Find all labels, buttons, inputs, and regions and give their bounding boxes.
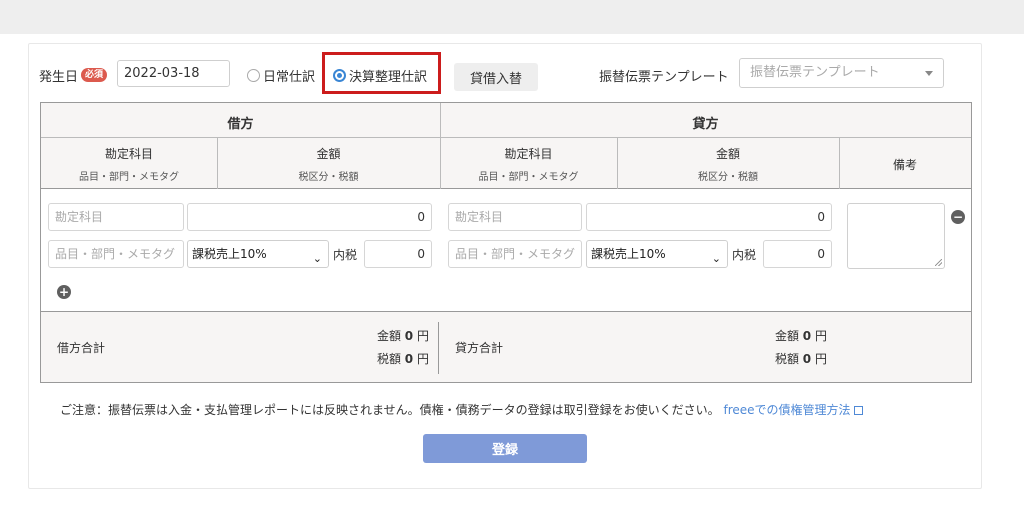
swap-debit-credit-button[interactable]: 貸借入替 xyxy=(454,63,538,91)
radio-daily-journal[interactable]: 日常仕訳 xyxy=(247,66,315,85)
credit-account-subheader: 品目・部門・メモタグ xyxy=(478,172,579,183)
receivables-help-link[interactable]: freeeでの債権管理方法 xyxy=(723,403,863,417)
template-label: 振替伝票テンプレート xyxy=(599,70,729,85)
debit-title: 借方 xyxy=(227,117,254,132)
notice-message: ご注意：振替伝票は入金・支払管理レポートには反映されません。債権・債務データの登… xyxy=(60,403,720,417)
radio-daily-label: 日常仕訳 xyxy=(263,70,316,85)
radio-unchecked-icon[interactable] xyxy=(247,69,260,82)
debit-tax-input[interactable]: 0 xyxy=(364,240,432,268)
remove-row-icon[interactable]: − xyxy=(951,210,965,224)
template-select[interactable]: 振替伝票テンプレート xyxy=(739,58,944,88)
radio-closing-journal[interactable]: 決算整理仕訳 xyxy=(333,66,427,85)
debit-amount-input[interactable]: 0 xyxy=(187,203,432,231)
credit-account-input[interactable]: 勘定科目 xyxy=(448,203,582,231)
debit-account-subheader: 品目・部門・メモタグ xyxy=(79,172,179,183)
debit-tags-input[interactable]: 品目・部門・メモタグ xyxy=(48,240,184,268)
credit-title: 貸方 xyxy=(692,117,719,132)
resize-grip-icon[interactable] xyxy=(935,259,942,266)
debit-total-label: 借方合計 xyxy=(57,341,106,355)
register-button[interactable]: 登録 xyxy=(423,434,587,463)
debit-account-header: 勘定科目 xyxy=(104,147,153,161)
credit-amount-input[interactable]: 0 xyxy=(586,203,832,231)
date-label: 発生日 xyxy=(39,70,79,85)
table-header-main: 借方 貸方 xyxy=(41,103,971,138)
chevron-down-icon: ⌄ xyxy=(312,252,322,265)
credit-tax-label: 内税 xyxy=(732,248,757,262)
debit-amount-subheader: 税区分・税額 xyxy=(298,172,359,183)
credit-amount-subheader: 税区分・税額 xyxy=(698,172,758,183)
table-header-columns: 勘定科目 品目・部門・メモタグ 金額 税区分・税額 勘定科目 品目・部門・メモタ… xyxy=(41,138,971,189)
credit-tax-select[interactable]: 課税売上10% ⌄ xyxy=(586,240,728,268)
credit-tags-input[interactable]: 品目・部門・メモタグ xyxy=(448,240,582,268)
debit-tax-select[interactable]: 課税売上10% ⌄ xyxy=(187,240,329,268)
remarks-textarea[interactable] xyxy=(847,203,945,269)
notice-text: ご注意：振替伝票は入金・支払管理レポートには反映されません。債権・債務データの登… xyxy=(60,401,863,418)
required-badge: 必須 xyxy=(81,68,107,82)
credit-tax-select-value: 課税売上10% xyxy=(591,247,666,261)
credit-amount-header: 金額 xyxy=(715,147,740,161)
remarks-header: 備考 xyxy=(892,158,917,172)
credit-account-header: 勘定科目 xyxy=(504,147,553,161)
credit-tax-input[interactable]: 0 xyxy=(763,240,832,268)
debit-tax-label: 内税 xyxy=(333,248,358,262)
radio-checked-icon[interactable] xyxy=(333,69,346,82)
dropdown-arrow-icon xyxy=(925,71,933,76)
debit-total-amount: 金額 0 円 xyxy=(376,329,429,343)
credit-total-amount: 金額 0 円 xyxy=(774,329,827,343)
debit-amount-header: 金額 xyxy=(316,147,341,161)
template-placeholder: 振替伝票テンプレート xyxy=(750,65,880,80)
radio-closing-label: 決算整理仕訳 xyxy=(349,70,428,85)
date-input[interactable] xyxy=(117,60,230,87)
totals-row: 借方合計 金額 0 円 税額 0 円 貸方合計 金額 0 円 税額 0 円 xyxy=(41,311,971,382)
debit-tax-select-value: 課税売上10% xyxy=(192,247,267,261)
journal-table: 借方 貸方 勘定科目 品目・部門・メモタグ 金額 税区分・税額 勘定科目 品目・… xyxy=(40,102,972,383)
debit-total-tax: 税額 0 円 xyxy=(376,352,429,366)
add-row-icon[interactable]: + xyxy=(57,285,71,299)
credit-total-label: 貸方合計 xyxy=(455,341,504,355)
journal-form-card: 発生日 必須 日常仕訳 決算整理仕訳 貸借入替 振替伝票テンプレート 振替伝票テ… xyxy=(28,43,982,489)
debit-account-input[interactable]: 勘定科目 xyxy=(48,203,184,231)
external-link-icon xyxy=(853,406,863,415)
chevron-down-icon: ⌄ xyxy=(711,252,721,265)
credit-total-tax: 税額 0 円 xyxy=(774,352,827,366)
top-bar xyxy=(0,0,1024,34)
